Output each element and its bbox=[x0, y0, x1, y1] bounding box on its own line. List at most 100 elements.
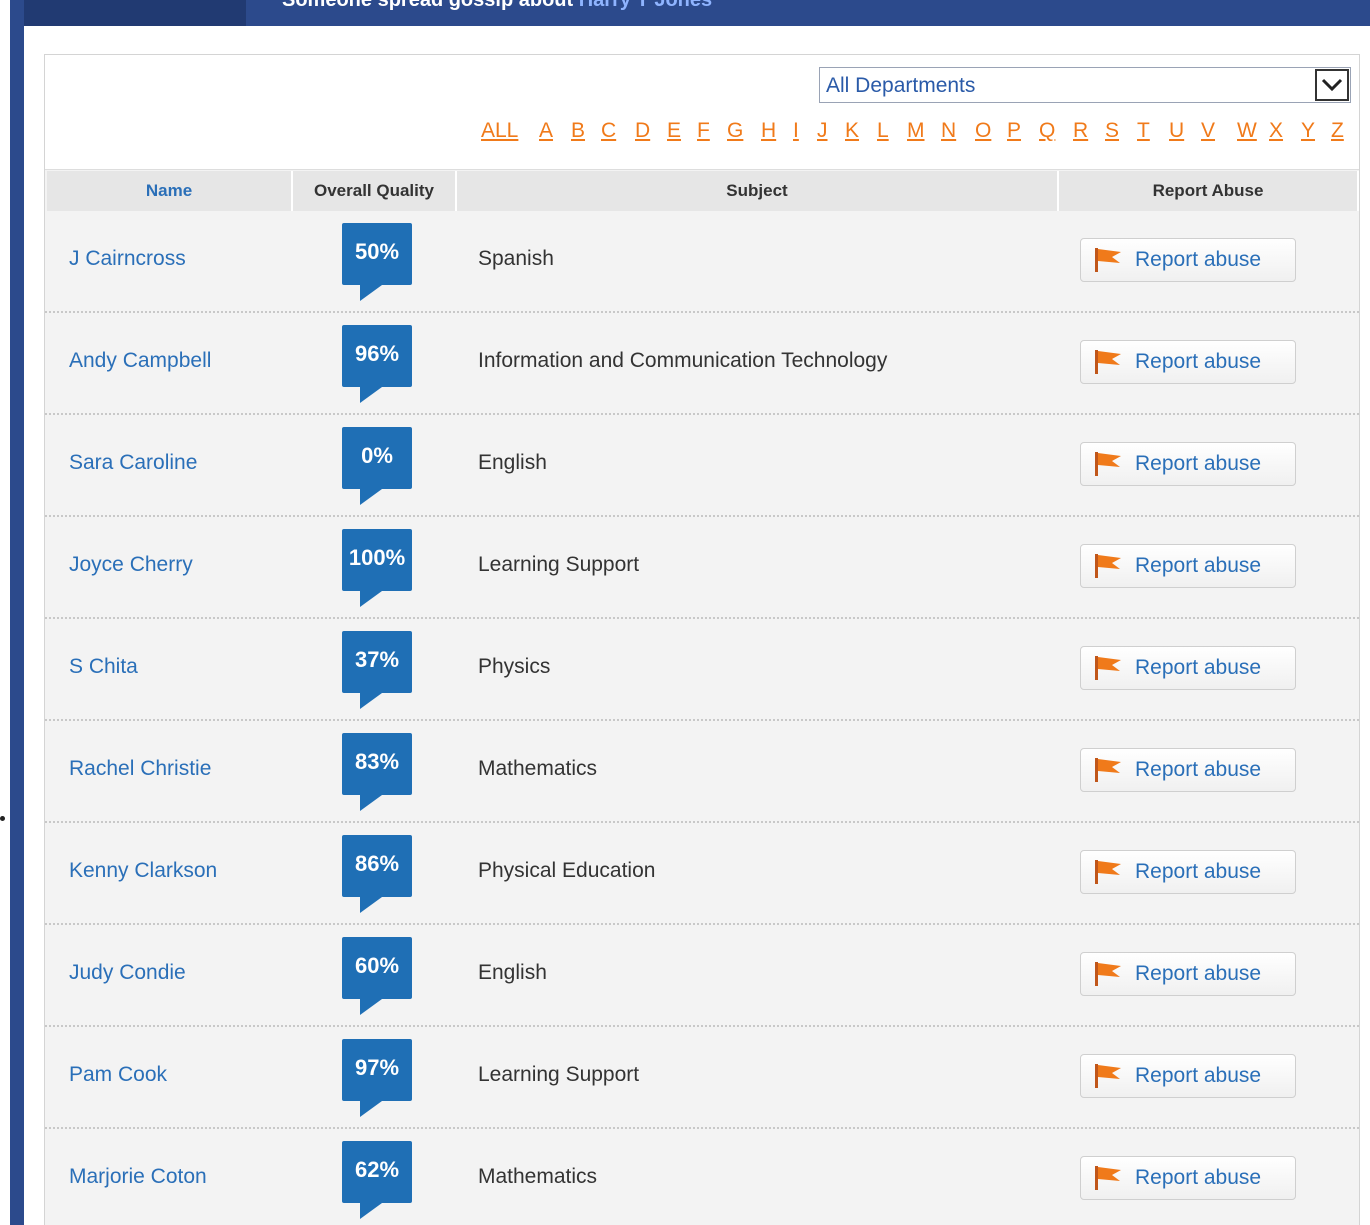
letter-filter-o[interactable]: O bbox=[975, 119, 991, 143]
letter-filter-s[interactable]: S bbox=[1105, 119, 1119, 143]
subject-text: Learning Support bbox=[478, 553, 640, 576]
column-header-name[interactable]: Name bbox=[47, 171, 293, 211]
letter-filter-a[interactable]: A bbox=[539, 119, 553, 143]
letter-filter-g[interactable]: G bbox=[727, 119, 743, 143]
letter-filter-d[interactable]: D bbox=[635, 119, 650, 143]
quality-badge: 83% bbox=[342, 733, 412, 811]
flag-icon bbox=[1093, 246, 1125, 274]
report-abuse-button[interactable]: Report abuse bbox=[1080, 1156, 1296, 1200]
report-abuse-button[interactable]: Report abuse bbox=[1080, 646, 1296, 690]
table-row: J Cairncross 50% Spanish Report abuse bbox=[45, 211, 1359, 313]
report-abuse-label: Report abuse bbox=[1135, 758, 1262, 781]
letter-filter-i[interactable]: I bbox=[793, 119, 799, 143]
table-row: Judy Condie 60% English Report abuse bbox=[45, 925, 1359, 1027]
quality-badge: 96% bbox=[342, 325, 412, 403]
gossip-name-link[interactable]: Harry T Jones bbox=[579, 0, 712, 11]
flag-icon bbox=[1093, 654, 1125, 682]
report-abuse-label: Report abuse bbox=[1135, 860, 1262, 883]
report-abuse-button[interactable]: Report abuse bbox=[1080, 1054, 1296, 1098]
report-abuse-label: Report abuse bbox=[1135, 452, 1262, 475]
quality-value: 62% bbox=[354, 1157, 400, 1182]
report-abuse-button[interactable]: Report abuse bbox=[1080, 952, 1296, 996]
letter-filter-m[interactable]: M bbox=[907, 119, 925, 143]
gossip-banner: Someone spread gossip about Harry T Jone… bbox=[282, 0, 712, 12]
quality-value: 60% bbox=[354, 953, 400, 978]
badge-tail bbox=[360, 693, 382, 709]
letter-filter-z[interactable]: Z bbox=[1331, 119, 1344, 143]
gossip-prefix: Someone spread gossip about bbox=[282, 0, 574, 11]
quality-badge: 97% bbox=[342, 1039, 412, 1117]
letter-filter-h[interactable]: H bbox=[761, 119, 776, 143]
letter-filter-b[interactable]: B bbox=[571, 119, 585, 143]
table-row: Andy Campbell 96% Information and Communic… bbox=[45, 313, 1359, 415]
teacher-name-link[interactable]: J Cairncross bbox=[69, 247, 186, 271]
badge-tail bbox=[360, 489, 382, 505]
letter-filter-t[interactable]: T bbox=[1137, 119, 1150, 143]
letter-filter-p[interactable]: P bbox=[1007, 119, 1021, 143]
teacher-name-link[interactable]: Rachel Christie bbox=[69, 757, 211, 781]
badge-tail bbox=[360, 1203, 382, 1219]
letter-filter-y[interactable]: Y bbox=[1301, 119, 1315, 143]
badge-tail bbox=[360, 591, 382, 607]
table-row: Marjorie Coton 62% Mathematics Report abuse bbox=[45, 1129, 1359, 1225]
stray-dot bbox=[0, 816, 5, 821]
quality-value: 0% bbox=[361, 443, 393, 468]
report-abuse-button[interactable]: Report abuse bbox=[1080, 544, 1296, 588]
quality-value: 96% bbox=[354, 341, 400, 366]
teacher-name-link[interactable]: Joyce Cherry bbox=[69, 553, 193, 577]
report-abuse-label: Report abuse bbox=[1135, 554, 1262, 577]
letter-filter-c[interactable]: C bbox=[601, 119, 616, 143]
teacher-name-link[interactable]: Judy Condie bbox=[69, 961, 186, 985]
report-abuse-button[interactable]: Report abuse bbox=[1080, 340, 1296, 384]
letter-filter-l[interactable]: L bbox=[877, 119, 889, 143]
letter-filter-f[interactable]: F bbox=[697, 119, 710, 143]
letter-filter-w[interactable]: W bbox=[1237, 119, 1257, 143]
teacher-name-link[interactable]: Marjorie Coton bbox=[69, 1165, 207, 1189]
table-row: S Chita 37% Physics Report abuse bbox=[45, 619, 1359, 721]
flag-icon bbox=[1093, 552, 1125, 580]
table-row: Pam Cook 97% Learning Support Report abuse bbox=[45, 1027, 1359, 1129]
report-abuse-button[interactable]: Report abuse bbox=[1080, 442, 1296, 486]
subject-text: Mathematics bbox=[478, 1165, 598, 1188]
top-bar: Someone spread gossip about Harry T Jone… bbox=[10, 0, 1370, 26]
badge-tail bbox=[360, 285, 382, 301]
teacher-name-link[interactable]: Pam Cook bbox=[69, 1063, 167, 1087]
quality-value: 100% bbox=[348, 545, 406, 570]
flag-icon bbox=[1093, 450, 1125, 478]
badge-tail bbox=[360, 795, 382, 811]
letter-filter-u[interactable]: U bbox=[1169, 119, 1184, 143]
letter-filter-j[interactable]: J bbox=[817, 119, 828, 143]
teacher-name-link[interactable]: Kenny Clarkson bbox=[69, 859, 217, 883]
flag-icon bbox=[1093, 1164, 1125, 1192]
letter-filter-e[interactable]: E bbox=[667, 119, 681, 143]
letter-filter-v[interactable]: V bbox=[1201, 119, 1215, 143]
teacher-name-link[interactable]: Sara Caroline bbox=[69, 451, 197, 475]
report-abuse-button[interactable]: Report abuse bbox=[1080, 748, 1296, 792]
table-row: Kenny Clarkson 86% Physical Education Repor… bbox=[45, 823, 1359, 925]
report-abuse-label: Report abuse bbox=[1135, 1166, 1262, 1189]
letter-filter-k[interactable]: K bbox=[845, 119, 859, 143]
quality-badge: 60% bbox=[342, 937, 412, 1015]
teacher-name-link[interactable]: Andy Campbell bbox=[69, 349, 211, 373]
report-abuse-button[interactable]: Report abuse bbox=[1080, 238, 1296, 282]
table-header: Name Overall Quality Subject Report Abus… bbox=[45, 171, 1359, 211]
chevron-down-icon[interactable] bbox=[1315, 69, 1349, 101]
letter-filter-x[interactable]: X bbox=[1269, 119, 1283, 143]
report-abuse-label: Report abuse bbox=[1135, 962, 1262, 985]
letter-filter-all[interactable]: ALL bbox=[481, 119, 518, 143]
subject-text: Mathematics bbox=[478, 757, 598, 780]
department-select[interactable]: All Departments bbox=[819, 67, 1351, 103]
report-abuse-label: Report abuse bbox=[1135, 656, 1262, 679]
table-row: Sara Caroline 0% English Report abuse bbox=[45, 415, 1359, 517]
letter-filter-r[interactable]: R bbox=[1073, 119, 1088, 143]
quality-value: 86% bbox=[354, 851, 400, 876]
quality-badge: 86% bbox=[342, 835, 412, 913]
letter-filter-q[interactable]: Q bbox=[1039, 119, 1055, 143]
report-abuse-label: Report abuse bbox=[1135, 248, 1262, 271]
report-abuse-button[interactable]: Report abuse bbox=[1080, 850, 1296, 894]
letter-filter-n[interactable]: N bbox=[941, 119, 956, 143]
quality-value: 50% bbox=[354, 239, 400, 264]
table-row: Joyce Cherry 100% Learning Support Report a… bbox=[45, 517, 1359, 619]
teacher-name-link[interactable]: S Chita bbox=[69, 655, 138, 679]
subject-text: English bbox=[478, 961, 547, 984]
